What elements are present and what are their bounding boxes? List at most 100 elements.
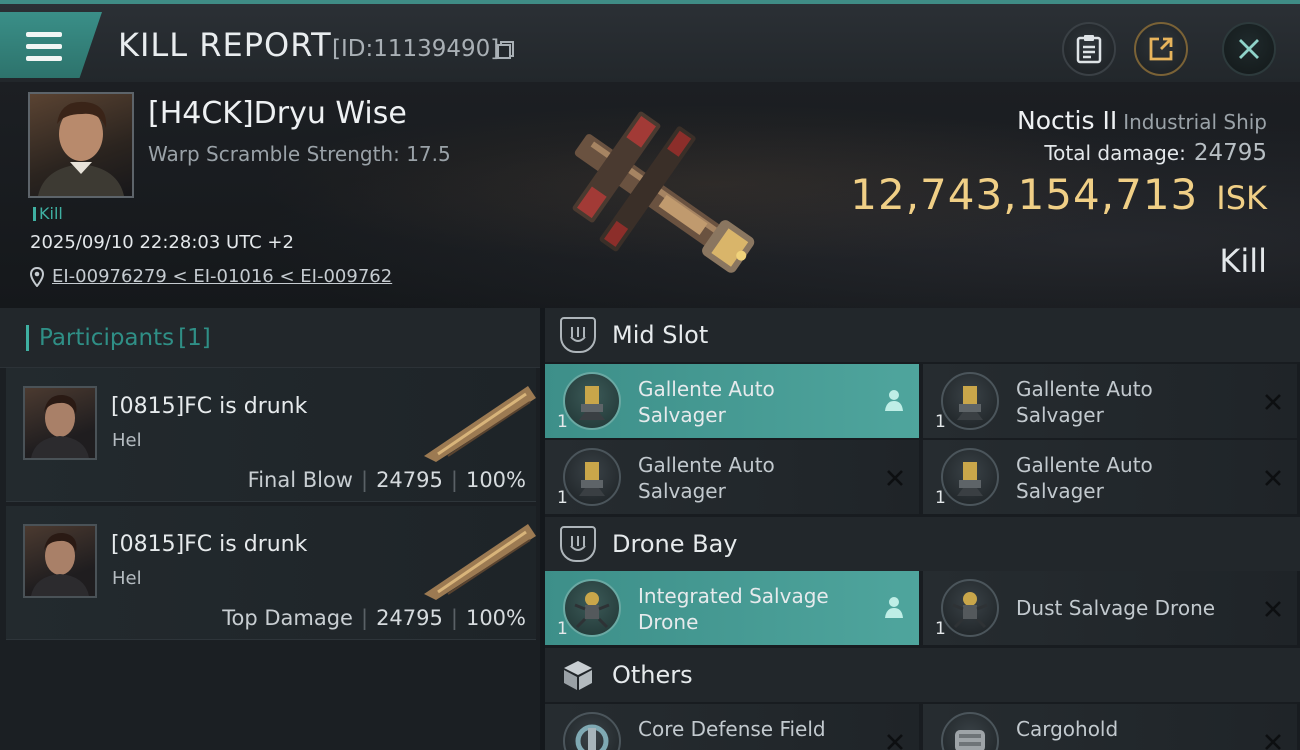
share-button[interactable] xyxy=(1134,22,1188,76)
item-slot[interactable]: 1 Integrated Salvage Drone xyxy=(545,571,919,645)
participant-stats: Top Damage | 24795 | 100% xyxy=(222,606,526,630)
destroyed-x-icon xyxy=(887,470,903,486)
participant-percent: 100% xyxy=(465,468,526,492)
victim-summary: [H4CK]Dryu Wise Warp Scramble Strength: … xyxy=(0,82,1300,308)
participant-avatar xyxy=(23,386,97,460)
item-name: Gallente Auto Salvager xyxy=(638,453,775,503)
item-slot[interactable]: 1 Gallente Auto Salvager xyxy=(923,364,1297,438)
destroyed-x-icon xyxy=(1265,734,1281,750)
total-damage-line: Total damage: 24795 xyxy=(1044,140,1267,166)
header-accent-bar xyxy=(26,324,29,351)
participant-card[interactable]: [0815]FC is drunk Hel Final Blow | 24795 | 1… xyxy=(6,368,536,502)
person-icon xyxy=(885,597,903,618)
participant-name: [0815]FC is drunk xyxy=(111,394,308,419)
participant-avatar xyxy=(23,524,97,598)
salvage-drone-icon xyxy=(563,579,621,637)
fitting-panel: Mid Slot 1 Gallente Auto Salvager 1 Gall… xyxy=(545,308,1300,750)
location-row[interactable]: EI-00976279 < EI-01016 < EI-009762 xyxy=(30,266,392,287)
auto-salvager-icon xyxy=(941,372,999,430)
location-pin-icon xyxy=(30,266,44,287)
participant-percent: 100% xyxy=(465,606,526,630)
item-slot[interactable]: 1 Gallente Auto Salvager xyxy=(923,440,1297,514)
item-slot[interactable]: 1 Core Defense Field xyxy=(545,704,919,750)
top-bar: KILL REPORT [ID:11139490] xyxy=(0,0,1300,82)
isk-value: 12,743,154,713 xyxy=(850,170,1199,219)
total-damage-label: Total damage: xyxy=(1044,141,1186,165)
participant-ship: Hel xyxy=(112,568,142,589)
warp-scramble-strength: Warp Scramble Strength: 17.5 xyxy=(148,142,451,166)
item-name: Dust Salvage Drone xyxy=(1016,596,1216,620)
victim-ship-image xyxy=(572,111,755,273)
item-slot[interactable]: 1 Cargohold xyxy=(923,704,1297,750)
victim-pilot-name[interactable]: [H4CK]Dryu Wise xyxy=(148,96,407,131)
drone-bay-title: Drone Bay xyxy=(612,530,738,558)
item-name: Cargohold xyxy=(1016,717,1119,741)
item-name: Core Defense Field xyxy=(638,717,826,741)
destroyed-x-icon xyxy=(1265,394,1281,410)
item-name: Gallente Auto Salvager xyxy=(1016,377,1153,427)
close-button[interactable] xyxy=(1222,22,1276,76)
destroyed-x-icon xyxy=(1265,470,1281,486)
menu-button[interactable] xyxy=(0,12,102,78)
participant-damage: 24795 xyxy=(376,606,443,630)
item-name: Gallente Auto Salvager xyxy=(638,377,775,427)
destroyed-x-icon xyxy=(1265,601,1281,617)
pilot-avatar xyxy=(38,101,124,196)
mid-slot-icon xyxy=(560,317,596,353)
clipboard-icon xyxy=(1076,35,1102,64)
participant-role: Top Damage xyxy=(222,606,353,630)
isk-value-line: 12,743,154,713 ISK xyxy=(850,170,1267,219)
drone-bay-icon xyxy=(560,526,596,562)
item-quantity: 1 xyxy=(557,619,568,639)
participant-ship: Hel xyxy=(112,430,142,451)
participant-name: [0815]FC is drunk xyxy=(111,532,308,557)
participant-portrait xyxy=(31,532,89,596)
destroyed-x-icon xyxy=(887,734,903,750)
item-slot[interactable]: 1 Dust Salvage Drone xyxy=(923,571,1297,645)
location-link[interactable]: EI-00976279 < EI-01016 < EI-009762 xyxy=(52,266,392,287)
mid-slot-title: Mid Slot xyxy=(612,321,709,349)
participants-panel: Participants [1] [0815]FC is drunk Hel F… xyxy=(0,308,540,750)
page-title: KILL REPORT xyxy=(118,26,332,64)
item-quantity: 1 xyxy=(935,619,946,639)
total-damage-value: 24795 xyxy=(1193,140,1267,166)
cargohold-icon xyxy=(941,712,999,750)
victim-ship-class: Industrial Ship xyxy=(1123,110,1267,134)
kill-tag: Kill xyxy=(33,204,63,223)
section-mid-slot: Mid Slot xyxy=(545,308,1300,362)
section-drone-bay: Drone Bay xyxy=(545,517,1300,571)
participant-ship-image xyxy=(424,524,536,600)
clipboard-button[interactable] xyxy=(1062,22,1116,76)
item-quantity: 1 xyxy=(935,412,946,432)
participant-stats: Final Blow | 24795 | 100% xyxy=(247,468,526,492)
copy-icon[interactable] xyxy=(496,40,516,60)
section-others: Others xyxy=(545,648,1300,702)
cube-icon xyxy=(560,657,596,693)
participants-header: Participants [1] xyxy=(0,308,540,368)
victim-ship-line: Noctis II Industrial Ship xyxy=(1017,106,1267,135)
item-name: Integrated Salvage Drone xyxy=(638,584,829,634)
report-id: [ID:11139490] xyxy=(332,36,500,62)
hamburger-icon xyxy=(26,32,62,62)
participant-card[interactable]: [0815]FC is drunk Hel Top Damage | 24795 | 1… xyxy=(6,506,536,640)
share-icon xyxy=(1149,37,1173,61)
auto-salvager-icon xyxy=(941,448,999,506)
isk-unit: ISK xyxy=(1216,179,1267,217)
item-quantity: 1 xyxy=(557,412,568,432)
participant-damage: 24795 xyxy=(376,468,443,492)
close-icon xyxy=(1239,39,1259,59)
auto-salvager-icon xyxy=(563,372,621,430)
participants-title: Participants xyxy=(39,324,175,351)
person-icon xyxy=(885,390,903,411)
item-quantity: 1 xyxy=(935,488,946,508)
kill-datetime: 2025/09/10 22:28:03 UTC +2 xyxy=(30,232,294,253)
victim-portrait[interactable] xyxy=(28,92,134,198)
others-title: Others xyxy=(612,661,693,689)
victim-ship-name[interactable]: Noctis II xyxy=(1017,106,1117,135)
item-slot[interactable]: 1 Gallente Auto Salvager xyxy=(545,364,919,438)
item-slot[interactable]: 1 Gallente Auto Salvager xyxy=(545,440,919,514)
defense-field-icon xyxy=(563,712,621,750)
auto-salvager-icon xyxy=(563,448,621,506)
salvage-drone-icon xyxy=(941,579,999,637)
participant-role: Final Blow xyxy=(247,468,353,492)
